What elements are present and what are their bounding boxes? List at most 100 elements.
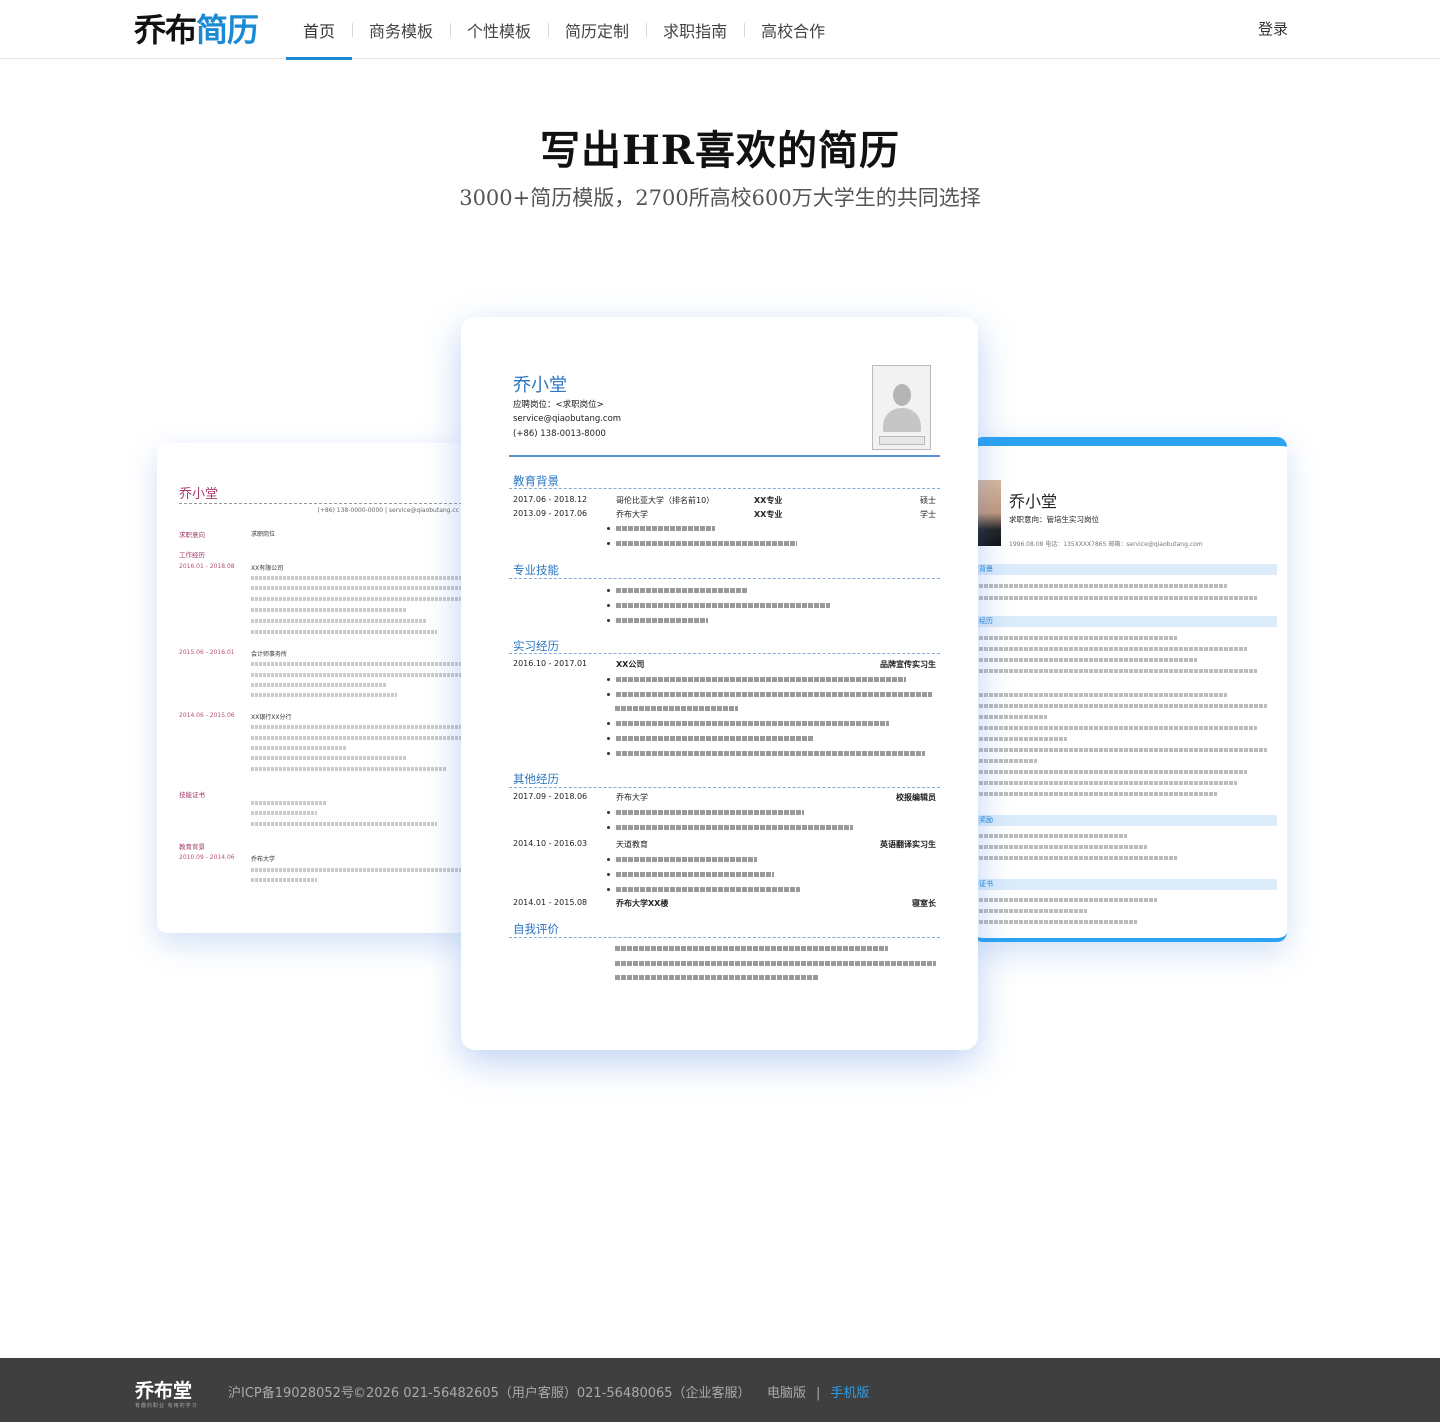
entry-date: 2014.06 - 2015.06 xyxy=(179,712,235,719)
edu-degree: 硕士 xyxy=(920,496,936,505)
text-line xyxy=(979,898,1157,902)
text-line xyxy=(251,586,461,590)
text-line xyxy=(979,658,1197,662)
resume-name: 乔小堂 xyxy=(179,487,219,502)
section-label: 工作经历 xyxy=(179,551,205,559)
footer-logo-slogan: 有趣的职业 有用的学习 xyxy=(135,1403,198,1409)
text-line xyxy=(979,781,1237,785)
nav-item-university-cooperation[interactable]: 高校合作 xyxy=(744,0,842,59)
text-line xyxy=(251,597,461,601)
logo-text-accent: 简历 xyxy=(196,11,259,49)
mobile-version-link[interactable]: 手机版 xyxy=(830,1386,869,1401)
resume-intention: 求职意向：管培生实习岗位 xyxy=(1009,515,1099,524)
section-divider xyxy=(509,488,940,489)
section-title: 其他经历 xyxy=(513,772,559,786)
text-line xyxy=(251,767,447,771)
section-title: 实习经历 xyxy=(513,639,559,653)
icp-number: 沪ICP备19028052号 xyxy=(228,1386,354,1401)
edu-major: XX专业 xyxy=(754,510,783,519)
text-line xyxy=(979,726,1257,730)
other-org: 乔布大学XX楼 xyxy=(616,899,669,908)
footer-logo[interactable]: 乔布堂 有趣的职业 有用的学习 xyxy=(135,1376,198,1409)
text-line xyxy=(979,636,1177,640)
nav-item-personal-templates[interactable]: 个性模板 xyxy=(450,0,548,59)
other-role: 英语翻译实习生 xyxy=(880,840,936,849)
text-line xyxy=(979,759,1037,763)
nav-item-job-guide[interactable]: 求职指南 xyxy=(646,0,744,59)
resume-preview-left[interactable]: 乔小堂 (+86) 138-0000-0000 | service@qiaobu… xyxy=(157,443,467,933)
bullet-line xyxy=(607,857,936,862)
hero-subtitle: 3000+简历模版，2700所高校600万大学生的共同选择 xyxy=(459,186,981,210)
section-label: 求职意向 xyxy=(179,531,205,539)
edu-school: 乔布大学 xyxy=(616,510,648,519)
section-label: 技能证书 xyxy=(179,791,205,799)
avatar-body xyxy=(883,408,921,432)
section-header: 背景 xyxy=(973,564,1277,575)
text-line xyxy=(251,630,437,634)
entry-org: 乔布大学 xyxy=(251,856,276,863)
other-date: 2017.09 - 2018.06 xyxy=(513,792,588,801)
text-line xyxy=(979,693,1227,697)
nav-item-business-templates[interactable]: 商务模板 xyxy=(352,0,450,59)
login-link[interactable]: 登录 xyxy=(1258,18,1288,39)
text-line xyxy=(251,822,437,826)
text-line xyxy=(979,834,1127,838)
copyright-text: ©2026 021-56482605（用户客服）021-56480065（企业客… xyxy=(353,1386,751,1401)
other-date: 2014.10 - 2016.03 xyxy=(513,839,588,848)
text-line xyxy=(251,662,461,666)
text-line xyxy=(979,770,1247,774)
text-line xyxy=(251,811,317,815)
site-logo[interactable]: 乔布 简历 xyxy=(134,8,259,49)
text-line xyxy=(615,946,888,951)
hero-title: 写出HR喜欢的简历 xyxy=(539,127,901,174)
edu-degree: 学士 xyxy=(920,510,936,519)
intern-role: 品牌宣传实习生 xyxy=(880,660,936,669)
bullet-line xyxy=(607,526,936,531)
section-divider xyxy=(509,653,940,654)
nav-item-home[interactable]: 首页 xyxy=(286,0,353,60)
text-line xyxy=(979,920,1137,924)
resume-preview-center[interactable]: 乔小堂 应聘岗位：<求职岗位> service@qiaobutang.com (… xyxy=(461,317,978,1050)
entry-org: XX银行XX分行 xyxy=(251,714,292,721)
text-line xyxy=(979,748,1267,752)
bullet-line xyxy=(607,736,936,741)
footer: 乔布堂 有趣的职业 有用的学习 沪ICP备19028052号 ©2026 021… xyxy=(0,1358,1440,1422)
top-navigation-bar: 乔布 简历 首页 商务模板 个性模板 简历定制 求职指南 高校合作 登录 xyxy=(0,0,1440,60)
text-line xyxy=(251,746,347,750)
text-line xyxy=(979,792,1217,796)
bullet-line xyxy=(607,541,936,546)
bullet-line xyxy=(607,721,936,726)
section-header: 证书 xyxy=(973,879,1277,890)
intention-value: 求职岗位 xyxy=(251,531,276,538)
text-line xyxy=(979,856,1177,860)
resume-position: 应聘岗位：<求职岗位> xyxy=(513,400,604,410)
text-line xyxy=(979,584,1227,588)
text-line xyxy=(979,845,1147,849)
photo-caption xyxy=(879,436,925,445)
resume-preview-right[interactable]: 乔小堂 求职意向：管培生实习岗位 1996.08.08 电话：135XXXX78… xyxy=(973,437,1287,942)
bullet-line xyxy=(607,825,936,830)
text-line xyxy=(251,619,427,623)
intern-company: XX公司 xyxy=(616,660,645,669)
section-divider xyxy=(509,787,940,788)
text-line xyxy=(251,868,461,872)
text-line xyxy=(251,801,327,805)
section-title: 专业技能 xyxy=(513,563,559,577)
entry-date: 2015.06 - 2016.01 xyxy=(179,649,235,656)
resume-contact: (+86) 138-0000-0000 | service@qiaobutang… xyxy=(317,507,459,514)
section-header: 经历 xyxy=(973,616,1277,627)
pc-version-link[interactable]: 电脑版 xyxy=(767,1386,806,1401)
logo-text-primary: 乔布 xyxy=(134,11,197,49)
intern-date: 2016.10 - 2017.01 xyxy=(513,659,588,668)
other-role: 寝室长 xyxy=(912,899,936,908)
bullet-line xyxy=(607,751,936,756)
text-line xyxy=(979,737,1067,741)
section-title: 自我评价 xyxy=(513,922,559,936)
text-line xyxy=(979,596,1257,600)
nav-item-resume-custom[interactable]: 简历定制 xyxy=(548,0,646,59)
resume-photo-placeholder xyxy=(872,365,931,450)
text-line xyxy=(615,975,818,980)
text-line xyxy=(251,756,407,760)
section-label: 教育背景 xyxy=(179,843,205,851)
platform-switch: 电脑版 | 手机版 xyxy=(767,1382,869,1401)
